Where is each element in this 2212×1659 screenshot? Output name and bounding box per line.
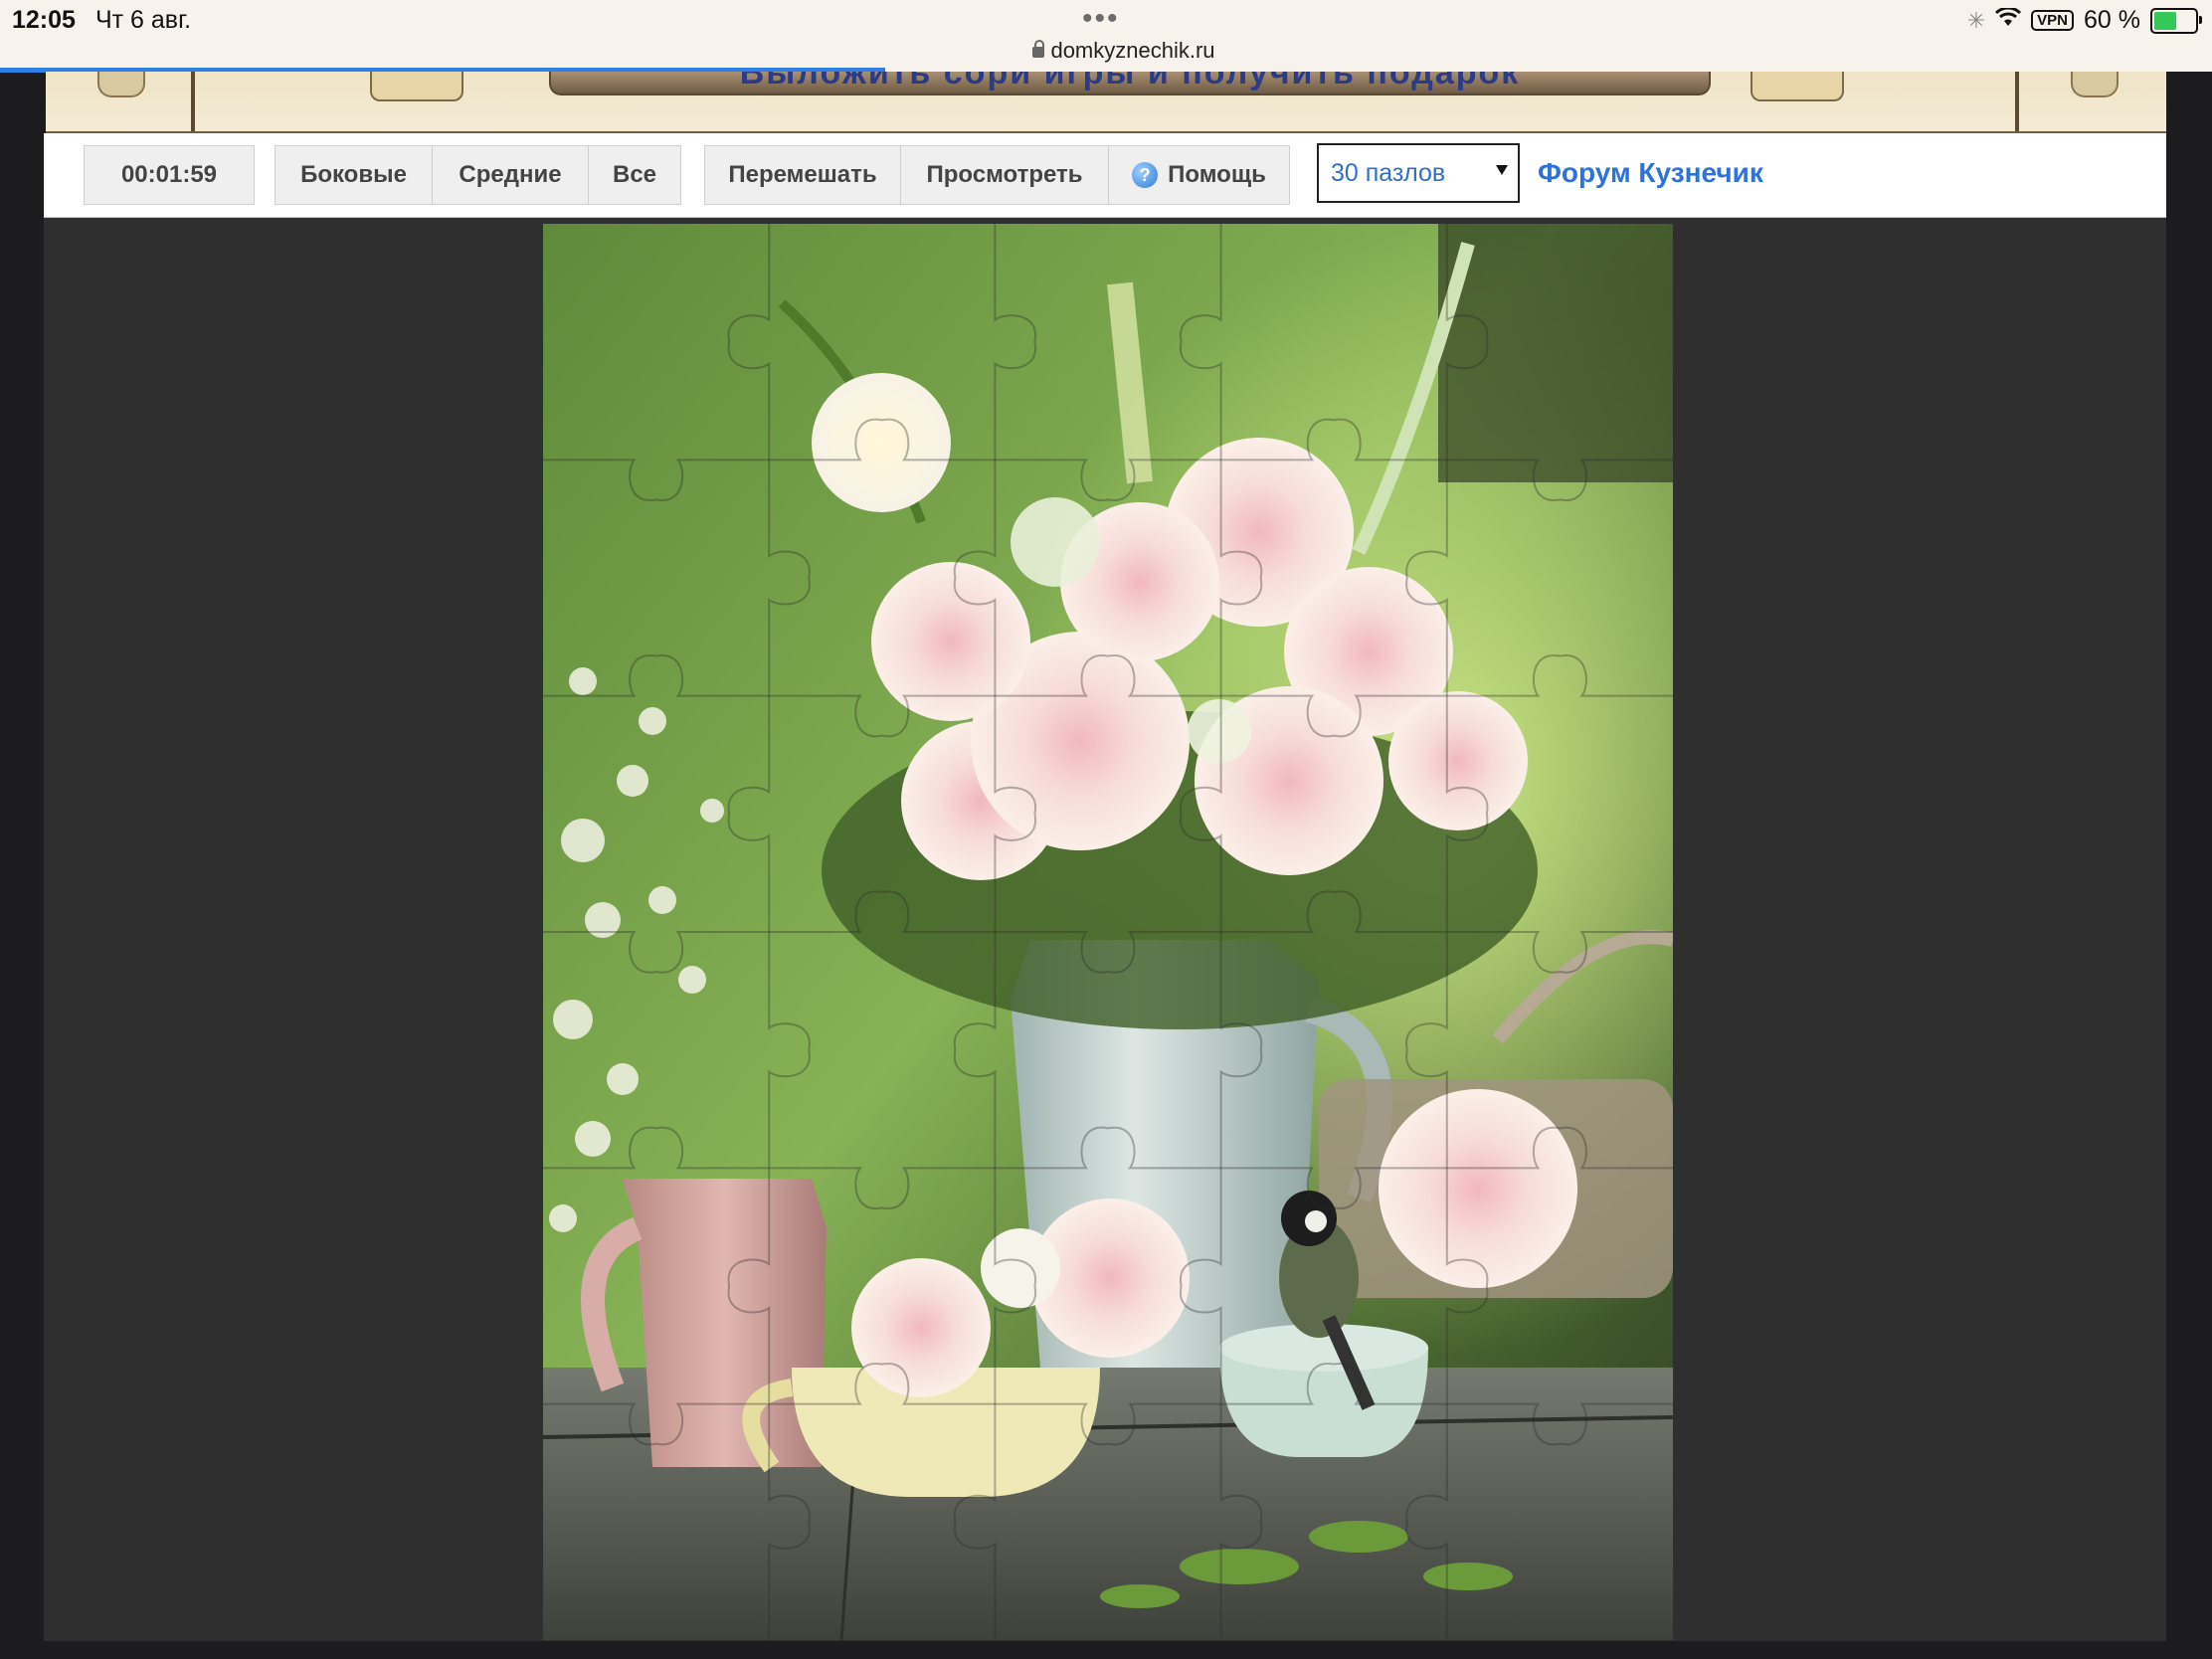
preview-button[interactable]: Просмотреть [900, 145, 1108, 205]
puzzle-workspace [44, 218, 2166, 1641]
banner-knob [97, 72, 145, 97]
dropdown-caret-icon [1496, 165, 1508, 175]
white-flower [812, 373, 951, 512]
all-pieces-button[interactable]: Все [588, 145, 681, 205]
small-white-flowers [981, 1228, 1060, 1308]
queen-annes-lace [1188, 699, 1251, 763]
battery-percent: 60 % [2084, 6, 2140, 34]
queen-annes-lace [1011, 497, 1100, 587]
puzzle-board[interactable] [543, 224, 1673, 1640]
small-peony [851, 1258, 991, 1397]
more-dots-icon[interactable]: ••• [1082, 2, 1120, 36]
banner-text: Выложить сори игры и получить подарок [739, 72, 1521, 92]
side-pieces-button[interactable]: Боковые [275, 145, 432, 205]
help-icon: ? [1132, 162, 1159, 188]
peony [871, 562, 1030, 721]
site-banner: Выложить сори игры и получить подарок [46, 72, 2166, 134]
status-time: 12:05 [12, 6, 76, 34]
lock-icon [1032, 39, 1045, 58]
activity-spinner-icon: ✳ [1966, 7, 1986, 33]
wifi-icon [1995, 6, 2022, 34]
dark-corner [1438, 224, 1673, 482]
banner-tab [1751, 72, 1844, 101]
banner-tab [370, 72, 463, 101]
banner-divider [191, 72, 195, 131]
status-date: Чт 6 авг. [95, 6, 192, 34]
banner-knob [2071, 72, 2119, 97]
middle-pieces-button[interactable]: Средние [432, 145, 588, 205]
status-indicators: ✳ VPN 60 % [1966, 6, 2202, 35]
status-bar: 12:05 Чт 6 авг. ••• domkyznechik.ru ✳ VP… [0, 0, 2212, 73]
pink-jug [623, 1179, 827, 1467]
help-label: Помощь [1168, 161, 1266, 188]
puzzle-toolbar: 00:01:59 Боковые Средние Все Перемешать … [44, 133, 2166, 218]
peony [1388, 691, 1528, 830]
address-bar[interactable]: domkyznechik.ru [995, 38, 1253, 68]
forum-link[interactable]: Форум Кузнечик [1538, 157, 1763, 189]
url-text: domkyznechik.ru [1050, 38, 1215, 63]
banner-divider [2015, 72, 2019, 131]
timer-display: 00:01:59 [84, 145, 255, 205]
vpn-badge: VPN [2031, 10, 2075, 31]
help-button[interactable]: ? Помощь [1108, 145, 1290, 205]
battery-fill [2154, 11, 2176, 30]
battery-icon [2150, 7, 2202, 34]
shuffle-button[interactable]: Перемешать [704, 145, 900, 205]
banner-plate[interactable]: Выложить сори игры и получить подарок [549, 72, 1711, 95]
pieces-count-select[interactable]: 30 пазлов [1317, 143, 1520, 203]
right-peony [1379, 1089, 1577, 1288]
pieces-count-value: 30 пазлов [1331, 158, 1446, 187]
flowers-photo-icon [543, 224, 1673, 1640]
